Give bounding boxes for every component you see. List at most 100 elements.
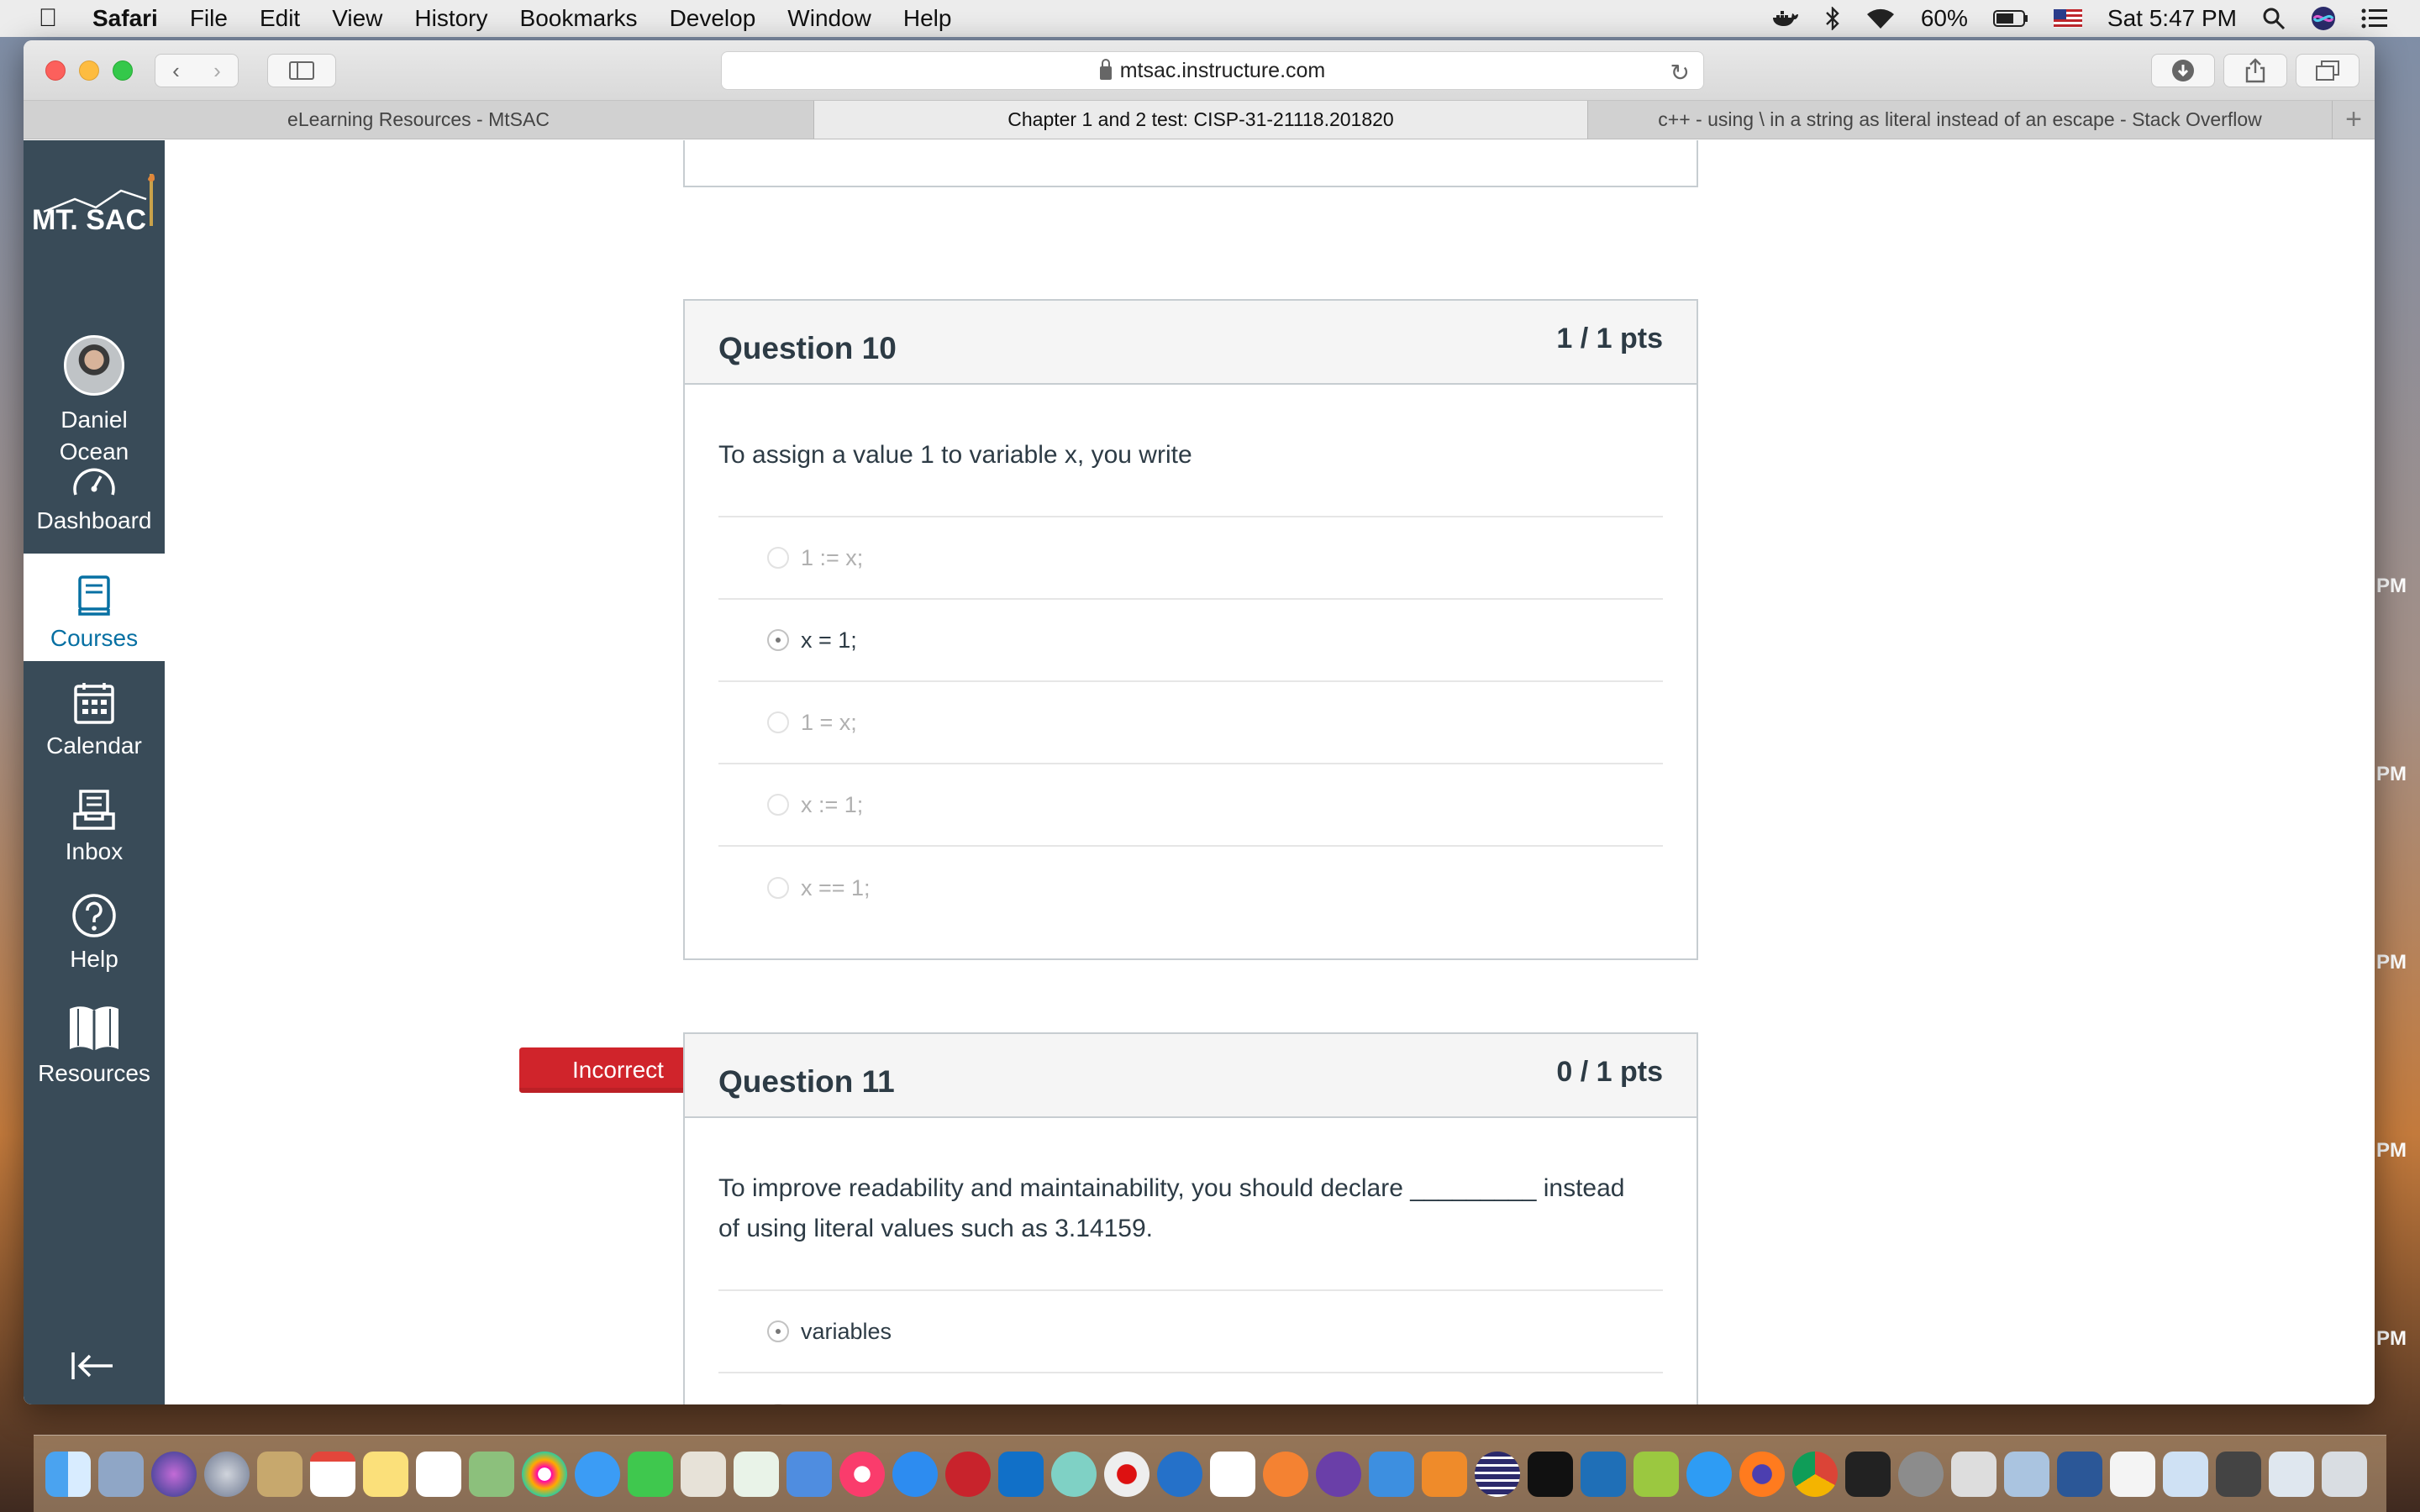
- nav-dashboard[interactable]: Dashboard: [24, 453, 165, 545]
- radio-button[interactable]: [767, 547, 789, 569]
- tab-stackoverflow[interactable]: c++ - using \ in a string as literal ins…: [1588, 101, 2333, 139]
- keynote-icon[interactable]: [786, 1451, 832, 1497]
- pages-icon[interactable]: [681, 1451, 726, 1497]
- nav-account[interactable]: Daniel Ocean: [24, 335, 165, 468]
- terminal-icon[interactable]: [1845, 1451, 1891, 1497]
- notes-icon[interactable]: [363, 1451, 408, 1497]
- system-preferences-icon[interactable]: [1898, 1451, 1944, 1497]
- firefox-icon[interactable]: [1739, 1451, 1785, 1497]
- eclipse-icon[interactable]: [1475, 1451, 1520, 1497]
- nav-help[interactable]: Help: [24, 876, 165, 984]
- tab-overview-button[interactable]: [2296, 54, 2360, 87]
- tab-chapter-test[interactable]: Chapter 1 and 2 test: CISP-31-21118.2018…: [814, 101, 1588, 139]
- android-studio-icon[interactable]: [1634, 1451, 1679, 1497]
- app-icon[interactable]: [1951, 1451, 1996, 1497]
- notification-center-icon[interactable]: [2361, 8, 2388, 29]
- word-icon[interactable]: [2057, 1451, 2102, 1497]
- sublime-text-icon[interactable]: [1422, 1451, 1467, 1497]
- menu-history[interactable]: History: [414, 5, 487, 32]
- radio-button[interactable]: [767, 877, 789, 899]
- nav-courses[interactable]: Courses: [24, 554, 165, 661]
- folder-icon[interactable]: [2163, 1451, 2208, 1497]
- answer-option[interactable]: constants: [718, 1373, 1663, 1404]
- quicktime-icon[interactable]: [1157, 1451, 1202, 1497]
- outlook-icon[interactable]: [998, 1451, 1044, 1497]
- app-icon[interactable]: [1051, 1451, 1097, 1497]
- contacts-icon[interactable]: [257, 1451, 302, 1497]
- radio-button[interactable]: [767, 794, 789, 816]
- answer-option-selected[interactable]: variables: [718, 1291, 1663, 1373]
- visual-studio-icon[interactable]: [1581, 1451, 1626, 1497]
- fullscreen-window-button[interactable]: [113, 60, 133, 81]
- menu-window[interactable]: Window: [787, 5, 871, 32]
- intellij-icon[interactable]: [1528, 1451, 1573, 1497]
- apple-menu-icon[interactable]: : [34, 4, 62, 33]
- bluetooth-icon[interactable]: [1825, 7, 1840, 30]
- trash-icon[interactable]: [2322, 1451, 2367, 1497]
- menu-file[interactable]: File: [190, 5, 228, 32]
- rsa-securid-icon[interactable]: [945, 1451, 991, 1497]
- menu-bookmarks[interactable]: Bookmarks: [520, 5, 638, 32]
- back-icon[interactable]: ‹: [172, 58, 180, 84]
- app-icon[interactable]: [1104, 1451, 1150, 1497]
- facetime-icon[interactable]: [628, 1451, 673, 1497]
- spotlight-icon[interactable]: [2262, 7, 2286, 30]
- radio-button-selected[interactable]: [767, 1320, 789, 1342]
- close-window-button[interactable]: [45, 60, 66, 81]
- tab-elearning[interactable]: eLearning Resources - MtSAC: [24, 101, 814, 139]
- minimize-window-button[interactable]: [79, 60, 99, 81]
- share-button[interactable]: [2223, 54, 2287, 87]
- photos-icon[interactable]: [522, 1451, 567, 1497]
- wifi-icon[interactable]: [1865, 7, 1896, 30]
- collapse-nav-icon[interactable]: [71, 1347, 116, 1393]
- launchpad-icon[interactable]: [204, 1451, 250, 1497]
- docker-icon[interactable]: [1771, 8, 1800, 29]
- xcode-icon[interactable]: [1369, 1451, 1414, 1497]
- answer-option[interactable]: 1 := x;: [718, 517, 1663, 600]
- siri-dock-icon[interactable]: [151, 1451, 197, 1497]
- sidebar-toggle-button[interactable]: [267, 54, 336, 87]
- menu-edit[interactable]: Edit: [260, 5, 300, 32]
- preview-icon[interactable]: [98, 1451, 144, 1497]
- menu-help[interactable]: Help: [903, 5, 952, 32]
- answer-option[interactable]: 1 = x;: [718, 682, 1663, 764]
- window-thumbnail-icon[interactable]: [2269, 1451, 2314, 1497]
- clock[interactable]: Sat 5:47 PM: [2107, 5, 2237, 32]
- numbers-icon[interactable]: [734, 1451, 779, 1497]
- forward-icon[interactable]: ›: [213, 58, 221, 84]
- calendar-app-icon[interactable]: [310, 1451, 355, 1497]
- app-icon[interactable]: [1210, 1451, 1255, 1497]
- nav-inbox[interactable]: Inbox: [24, 769, 165, 876]
- finder-icon[interactable]: [45, 1451, 91, 1497]
- window-thumbnail-icon[interactable]: [2216, 1451, 2261, 1497]
- app-icon[interactable]: [2004, 1451, 2049, 1497]
- answer-option[interactable]: x == 1;: [718, 847, 1663, 929]
- nav-calendar[interactable]: Calendar: [24, 661, 165, 769]
- radio-button-selected[interactable]: [767, 629, 789, 651]
- address-bar[interactable]: mtsac.instructure.com ↻: [721, 51, 1704, 90]
- menu-app-safari[interactable]: Safari: [92, 5, 158, 32]
- radio-button[interactable]: [767, 711, 789, 733]
- document-icon[interactable]: [2110, 1451, 2155, 1497]
- messages-icon[interactable]: [575, 1451, 620, 1497]
- siri-icon[interactable]: [2311, 6, 2336, 31]
- maps-icon[interactable]: [469, 1451, 514, 1497]
- chrome-icon[interactable]: [1792, 1451, 1838, 1497]
- reload-icon[interactable]: ↻: [1670, 59, 1690, 87]
- menu-view[interactable]: View: [332, 5, 382, 32]
- app-icon[interactable]: [1316, 1451, 1361, 1497]
- app-store-icon[interactable]: [892, 1451, 938, 1497]
- reminders-icon[interactable]: [416, 1451, 461, 1497]
- safari-dock-icon[interactable]: [1686, 1451, 1732, 1497]
- itunes-icon[interactable]: [839, 1451, 885, 1497]
- downloads-button[interactable]: [2151, 54, 2215, 87]
- new-tab-button[interactable]: +: [2333, 101, 2375, 139]
- us-flag-icon[interactable]: [2053, 9, 2082, 28]
- answer-option[interactable]: x := 1;: [718, 764, 1663, 847]
- menu-develop[interactable]: Develop: [670, 5, 756, 32]
- battery-icon[interactable]: [1992, 9, 2028, 28]
- app-icon[interactable]: [1263, 1451, 1308, 1497]
- nav-resources[interactable]: Resources: [24, 984, 165, 1093]
- answer-option-selected[interactable]: x = 1;: [718, 600, 1663, 682]
- mtsac-logo[interactable]: MT. SAC: [29, 165, 163, 241]
